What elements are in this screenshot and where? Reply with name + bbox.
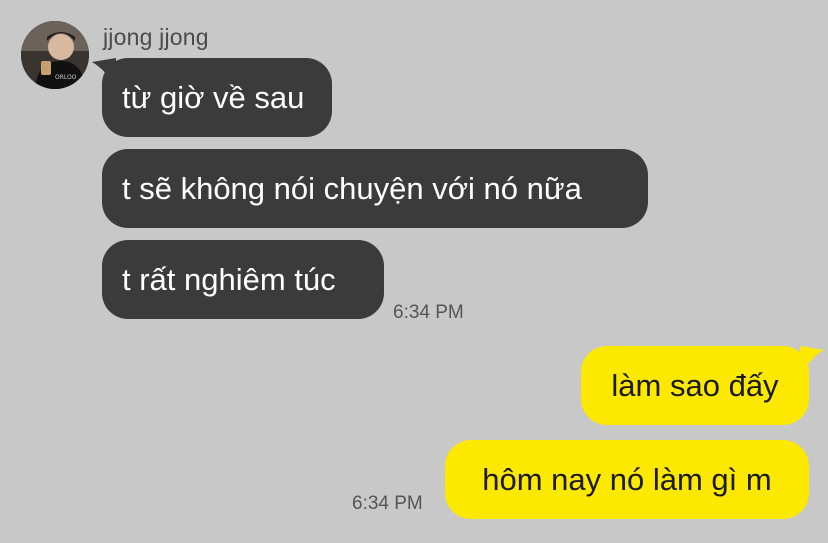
message-text: t sẽ không nói chuyện với nó nữa: [122, 171, 582, 206]
avatar-photo-icon: ORLOO: [21, 21, 89, 89]
svg-text:ORLOO: ORLOO: [55, 74, 77, 81]
message-text: làm sao đấy: [611, 368, 779, 403]
message-text: hôm nay nó làm gì m: [482, 462, 772, 497]
outgoing-message-bubble[interactable]: hôm nay nó làm gì m: [445, 440, 809, 519]
message-timestamp: 6:34 PM: [393, 302, 464, 323]
message-text: t rất nghiêm túc: [122, 262, 336, 297]
incoming-message-bubble[interactable]: t rất nghiêm túc: [102, 240, 384, 319]
message-timestamp: 6:34 PM: [352, 493, 423, 514]
avatar[interactable]: ORLOO: [21, 21, 89, 89]
outgoing-message-bubble[interactable]: làm sao đấy: [581, 346, 809, 425]
sender-name: jjong jjong: [103, 24, 209, 50]
incoming-message-bubble[interactable]: từ giờ về sau: [102, 58, 332, 137]
incoming-message-bubble[interactable]: t sẽ không nói chuyện với nó nữa: [102, 149, 648, 228]
message-text: từ giờ về sau: [122, 80, 305, 115]
